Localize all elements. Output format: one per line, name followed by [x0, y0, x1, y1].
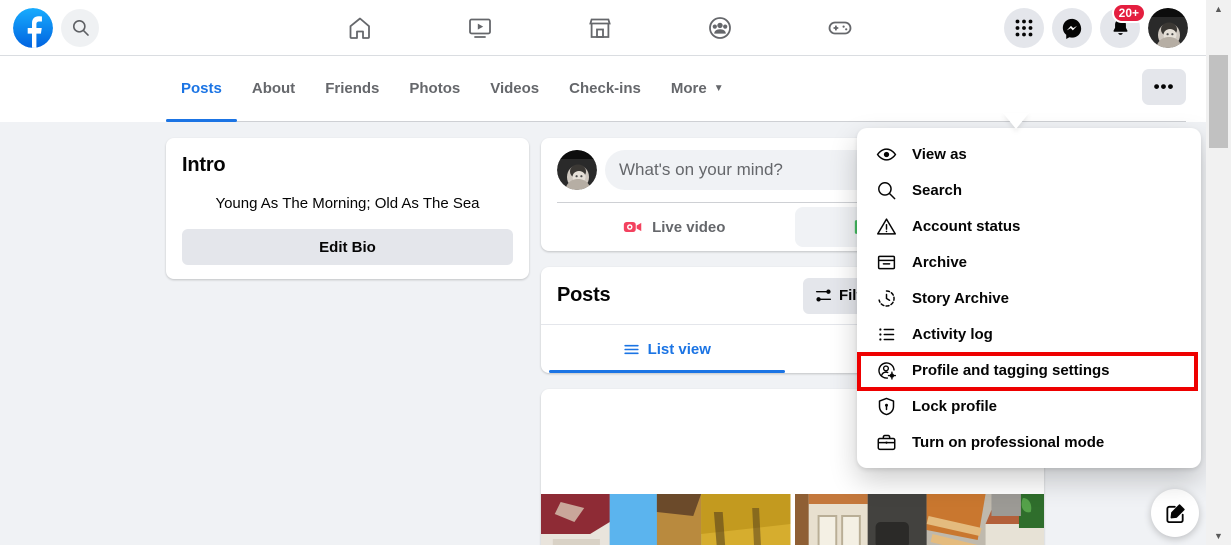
edit-bio-button[interactable]: Edit Bio — [182, 229, 513, 265]
profile-tab-label: Friends — [325, 80, 380, 97]
profile-tab-videos[interactable]: Videos — [475, 56, 554, 121]
profile-tabs: Posts About Friends Photos Videos Check-… — [166, 56, 1186, 122]
facebook-logo[interactable] — [13, 7, 53, 48]
profile-tab-label: Posts — [181, 80, 222, 97]
intro-title: Intro — [182, 154, 226, 176]
profile-options-dropdown: View as Search Account status Archive St… — [857, 128, 1201, 468]
menu-item-label: Search — [912, 181, 963, 199]
menu-item-label: Lock profile — [912, 397, 998, 415]
menu-item-label: Turn on professional mode — [912, 433, 1105, 451]
composer-avatar[interactable] — [557, 150, 597, 190]
scrollbar-thumb[interactable] — [1209, 55, 1228, 148]
topbar-left-group — [0, 7, 99, 48]
nav-tab-groups[interactable] — [668, 4, 772, 52]
profile-tab-label: More — [670, 80, 707, 97]
intro-card: Intro Young As The Morning; Old As The S… — [166, 138, 529, 279]
briefcase-icon — [875, 431, 897, 453]
menu-grid-button[interactable] — [1004, 7, 1044, 48]
post-photo-thumbnail[interactable] — [794, 494, 1044, 545]
menu-item-story-archive[interactable]: Story Archive — [865, 280, 1193, 316]
archive-box-icon — [875, 251, 897, 273]
clock-history-icon — [875, 287, 897, 309]
filters-icon — [815, 289, 831, 302]
post-photo-thumbnail[interactable] — [541, 494, 791, 545]
chevron-down-icon: ▼ — [713, 83, 724, 94]
grid-menu-icon — [1015, 19, 1033, 36]
photo-image — [541, 494, 791, 545]
top-navigation-bar: 20+ — [0, 0, 1206, 56]
post-photo-grid — [541, 494, 1044, 545]
photo-image — [794, 494, 1044, 545]
nav-tab-video[interactable] — [428, 4, 532, 52]
notifications-badge: 20+ — [1111, 2, 1146, 23]
scrollbar-up-arrow[interactable]: ▲ — [1206, 0, 1231, 18]
compose-pencil-icon — [1165, 503, 1185, 523]
notifications-button[interactable]: 20+ — [1100, 2, 1146, 48]
home-icon — [349, 17, 370, 39]
menu-item-label: Account status — [912, 217, 1021, 235]
page-scrollbar[interactable]: ▲ ▼ — [1206, 0, 1231, 545]
scrollbar-down-arrow[interactable]: ▼ — [1206, 527, 1231, 545]
profile-tab-about[interactable]: About — [237, 56, 310, 121]
activity-list-icon — [875, 323, 897, 345]
live-video-button[interactable]: Live video — [557, 207, 791, 247]
menu-item-label: Story Archive — [912, 289, 1009, 307]
profile-tab-label: Photos — [409, 80, 461, 97]
list-view-tab[interactable]: List view — [541, 325, 793, 373]
profile-tab-label: Check-ins — [569, 80, 641, 97]
menu-item-activity-log[interactable]: Activity log — [865, 316, 1193, 352]
live-video-icon — [623, 221, 642, 233]
avatar-image — [1148, 7, 1188, 48]
warning-triangle-icon — [875, 215, 897, 237]
topbar-right-group: 20+ — [1004, 0, 1188, 55]
intro-bio-text: Young As The Morning; Old As The Sea — [215, 195, 480, 212]
avatar-image — [557, 150, 597, 190]
messenger-button[interactable] — [1052, 7, 1092, 48]
menu-item-archive[interactable]: Archive — [865, 244, 1193, 280]
menu-item-account-status[interactable]: Account status — [865, 208, 1193, 244]
menu-item-label: Activity log — [912, 325, 993, 343]
profile-tab-label: About — [251, 80, 296, 97]
groups-icon — [709, 16, 731, 39]
gaming-icon — [828, 21, 852, 34]
nav-tab-home[interactable] — [308, 4, 412, 52]
list-view-icon — [623, 344, 639, 354]
nav-tab-marketplace[interactable] — [548, 4, 652, 52]
profile-tab-label: Videos — [490, 80, 540, 97]
video-icon — [469, 18, 491, 38]
menu-item-view-as[interactable]: View as — [865, 136, 1193, 172]
search-icon — [875, 179, 897, 201]
messenger-icon — [1062, 18, 1082, 39]
profile-tab-friends[interactable]: Friends — [310, 56, 394, 121]
account-avatar[interactable] — [1148, 7, 1188, 48]
menu-item-search[interactable]: Search — [865, 172, 1193, 208]
profile-tab-checkins[interactable]: Check-ins — [554, 56, 656, 121]
profile-tab-more[interactable]: More ▼ — [656, 56, 739, 121]
more-options-button[interactable]: ••• — [1142, 69, 1186, 105]
dropdown-pointer-arrow — [1003, 113, 1029, 129]
menu-item-turn-on-professional-mode[interactable]: Turn on professional mode — [865, 424, 1193, 460]
eye-icon — [875, 143, 897, 165]
menu-item-label: Archive — [912, 253, 968, 271]
menu-item-label: View as — [912, 145, 967, 163]
profile-tab-posts[interactable]: Posts — [166, 56, 237, 122]
profile-tab-photos[interactable]: Photos — [394, 56, 475, 121]
marketplace-icon — [589, 18, 611, 38]
profile-settings-icon — [875, 359, 897, 381]
left-column: Intro Young As The Morning; Old As The S… — [166, 138, 529, 279]
search-icon — [72, 19, 89, 36]
menu-item-lock-profile[interactable]: Lock profile — [865, 388, 1193, 424]
shield-lock-icon — [875, 395, 897, 417]
menu-item-label: Profile and tagging settings — [912, 361, 1110, 379]
search-button[interactable] — [61, 8, 99, 47]
facebook-profile-page: 20+ Posts About Friends Photos Videos Ch… — [0, 0, 1231, 545]
nav-tab-gaming[interactable] — [788, 4, 892, 52]
main-nav-tabs — [300, 0, 900, 55]
list-view-label: List view — [647, 340, 711, 358]
menu-item-profile-and-tagging-settings[interactable]: Profile and tagging settings — [865, 352, 1193, 388]
posts-title: Posts — [557, 284, 611, 306]
live-video-label: Live video — [652, 218, 726, 236]
create-post-fab[interactable] — [1151, 489, 1199, 537]
